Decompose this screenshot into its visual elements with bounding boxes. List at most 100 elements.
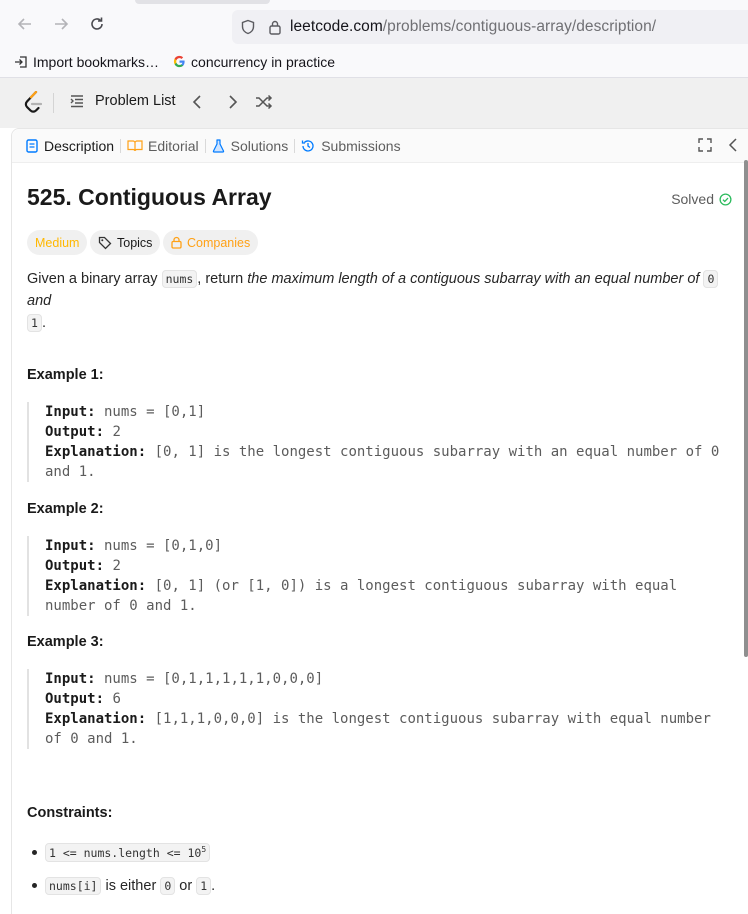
explanation-label: Explanation: xyxy=(45,444,147,460)
bookmark-import[interactable]: Import bookmarks… xyxy=(14,54,159,70)
browser-toolbar: leetcode.com/problems/contiguous-array/d… xyxy=(0,0,748,46)
bookmark-label: concurrency in practice xyxy=(191,53,335,70)
output-value: 2 xyxy=(104,558,121,574)
bookmarks-toolbar: Import bookmarks… concurrency in practic… xyxy=(0,46,748,78)
url-bar[interactable]: leetcode.com/problems/contiguous-array/d… xyxy=(232,10,748,44)
document-icon xyxy=(26,138,38,153)
tab-submissions[interactable]: Submissions xyxy=(301,137,401,154)
lock-icon xyxy=(171,236,182,249)
panel-tabs: Description Editorial Solutions Submissi… xyxy=(12,129,748,163)
tag-icon xyxy=(98,236,112,249)
lock-icon[interactable] xyxy=(268,19,282,35)
tab-divider xyxy=(120,138,122,153)
inline-code: 1 xyxy=(196,876,212,895)
bookmark-concurrency[interactable]: concurrency in practice xyxy=(173,54,335,70)
problem-title[interactable]: 525. Contiguous Array xyxy=(27,184,272,211)
output-label: Output: xyxy=(45,691,105,707)
prev-problem-button[interactable] xyxy=(190,94,206,115)
output-value: 6 xyxy=(104,691,121,707)
inline-code: nums xyxy=(161,270,198,288)
check-circle-icon xyxy=(719,192,732,206)
tab-label: Description xyxy=(44,137,115,154)
reload-icon xyxy=(91,17,103,30)
active-tab-edge[interactable] xyxy=(135,0,270,4)
difficulty-badge: Medium xyxy=(27,230,88,255)
google-icon xyxy=(173,55,185,68)
explanation-text: of 0 and 1. xyxy=(45,731,138,747)
input-value: nums = [0,1,1,1,1,1,0,0,0] xyxy=(95,671,324,687)
constraint-text: . xyxy=(211,877,216,894)
solved-label: Solved xyxy=(671,191,714,207)
inline-code: 1 xyxy=(27,314,42,332)
desc-text: . xyxy=(41,315,46,331)
problem-list-button[interactable]: Problem List xyxy=(69,93,176,109)
tab-divider xyxy=(204,138,206,153)
tab-description[interactable]: Description xyxy=(26,138,114,154)
chevron-right-icon xyxy=(229,95,238,109)
book-icon xyxy=(127,140,143,152)
arrow-right-icon xyxy=(55,18,69,30)
solved-status: Solved xyxy=(671,191,732,207)
arrow-left-icon xyxy=(17,18,31,30)
tab-label: Solutions xyxy=(230,137,289,154)
companies-button[interactable]: Companies xyxy=(163,230,259,255)
flask-icon xyxy=(212,138,224,153)
example-block: Input: nums = [0,1,0] Output: 2 Explanat… xyxy=(27,536,732,616)
next-problem-button[interactable] xyxy=(224,94,240,115)
constraint-item: 1 <= nums.length <= 105 xyxy=(27,836,732,869)
back-button[interactable] xyxy=(14,13,36,35)
collapse-panel-button[interactable] xyxy=(728,138,738,157)
leetcode-navbar: Problem List xyxy=(0,78,748,128)
tab-solutions[interactable]: Solutions xyxy=(212,137,289,154)
forward-button[interactable] xyxy=(50,13,72,35)
superscript: 5 xyxy=(201,845,207,855)
constraint-code: 1 <= nums.length <= 10 xyxy=(49,845,202,860)
input-value: nums = [0,1,0] xyxy=(95,538,223,554)
input-label: Input: xyxy=(45,538,96,554)
example-block: Input: nums = [0,1,1,1,1,1,0,0,0] Output… xyxy=(27,669,732,749)
list-icon xyxy=(70,95,83,108)
constraints-list: 1 <= nums.length <= 105 nums[i] is eithe… xyxy=(27,836,732,902)
desc-emphasis: and xyxy=(27,293,52,309)
url-path: /problems/contiguous-array/description/ xyxy=(382,18,657,35)
explanation-label: Explanation: xyxy=(45,578,147,594)
topics-label: Topics xyxy=(117,235,153,250)
explanation-label: Explanation: xyxy=(45,711,147,727)
explanation-text: and 1. xyxy=(45,464,96,480)
example-title: Example 3: xyxy=(27,634,104,650)
tab-label: Submissions xyxy=(321,137,401,154)
leetcode-logo-icon[interactable] xyxy=(24,90,43,118)
random-problem-button[interactable] xyxy=(255,94,273,115)
explanation-text: [0, 1] is the longest contiguous subarra… xyxy=(146,444,720,460)
input-label: Input: xyxy=(45,671,96,687)
constraint-item: nums[i] is either 0 or 1. xyxy=(27,869,732,902)
problem-list-label: Problem List xyxy=(95,93,176,109)
fullscreen-button[interactable] xyxy=(698,138,712,157)
constraints-title: Constraints: xyxy=(27,805,113,821)
topics-button[interactable]: Topics xyxy=(90,230,161,255)
shield-icon[interactable] xyxy=(240,19,256,35)
desc-text: Given a binary array xyxy=(27,271,162,287)
chevron-left-icon xyxy=(192,95,201,109)
reload-button[interactable] xyxy=(86,13,108,35)
output-value: 2 xyxy=(104,424,121,440)
nav-divider xyxy=(53,93,54,113)
panel-scrollbar[interactable] xyxy=(744,160,748,657)
input-label: Input: xyxy=(45,404,96,420)
desc-emphasis: the maximum length of a contiguous subar… xyxy=(247,271,704,287)
tab-editorial[interactable]: Editorial xyxy=(127,138,199,154)
inline-code: 0 xyxy=(703,270,719,288)
history-icon xyxy=(302,139,314,152)
problem-description: Given a binary array nums, return the ma… xyxy=(27,268,732,334)
inline-code: 1 <= nums.length <= 105 xyxy=(45,843,211,862)
example-title: Example 2: xyxy=(27,501,104,517)
explanation-text: [1,1,1,0,0,0] is the longest contiguous … xyxy=(146,711,711,727)
inline-code: nums[i] xyxy=(45,876,102,895)
import-icon xyxy=(15,55,27,68)
output-label: Output: xyxy=(45,558,105,574)
url-text[interactable]: leetcode.com/problems/contiguous-array/d… xyxy=(290,18,656,36)
tab-label: Editorial xyxy=(148,137,199,154)
inline-code: 0 xyxy=(160,876,176,895)
shuffle-icon xyxy=(256,94,273,110)
companies-label: Companies xyxy=(187,235,251,250)
